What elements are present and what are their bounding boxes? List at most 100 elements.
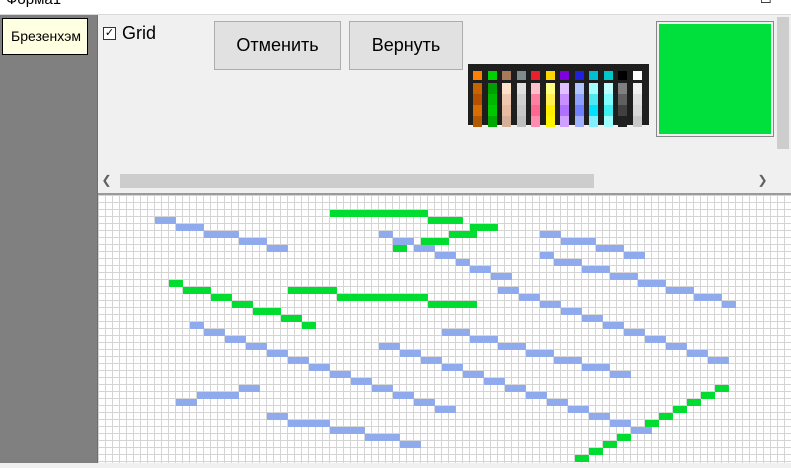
palette-swatch[interactable] — [632, 71, 642, 80]
palette-swatch[interactable] — [487, 116, 497, 127]
palette-swatch[interactable] — [545, 94, 555, 105]
palette-swatch[interactable] — [603, 105, 613, 116]
palette-swatch[interactable] — [603, 83, 613, 94]
canvas-grid[interactable] — [98, 195, 791, 463]
scroll-left-icon[interactable]: ❮ — [98, 172, 115, 189]
palette-swatch[interactable] — [487, 71, 497, 80]
vertical-scroll-thumb[interactable] — [777, 17, 789, 149]
palette-swatch[interactable] — [574, 83, 584, 94]
raster-segment — [603, 441, 617, 448]
palette-swatch[interactable] — [618, 116, 627, 127]
palette-swatch[interactable] — [502, 71, 511, 80]
raster-segment — [365, 210, 428, 217]
palette-swatch[interactable] — [473, 105, 482, 116]
palette-swatch[interactable] — [618, 94, 627, 105]
palette-swatch[interactable] — [473, 83, 482, 94]
palette-swatch[interactable] — [589, 105, 598, 116]
raster-segment — [365, 434, 400, 441]
raster-segment — [211, 294, 232, 301]
palette-swatch[interactable] — [531, 105, 540, 116]
palette-swatch[interactable] — [632, 105, 642, 116]
palette-column — [574, 71, 584, 127]
vertical-scrollbar[interactable] — [775, 15, 791, 165]
palette-swatch[interactable] — [618, 83, 627, 94]
palette-swatch[interactable] — [502, 83, 511, 94]
palette-swatch[interactable] — [473, 116, 482, 127]
palette-swatch[interactable] — [560, 71, 569, 80]
palette-swatch[interactable] — [632, 116, 642, 127]
raster-segment — [645, 336, 666, 343]
raster-segment — [498, 343, 526, 350]
palette-swatch[interactable] — [487, 83, 497, 94]
palette-swatch[interactable] — [589, 94, 598, 105]
palette-swatch[interactable] — [473, 71, 482, 80]
palette-column — [589, 71, 598, 127]
palette-swatch[interactable] — [589, 71, 598, 80]
palette-swatch[interactable] — [618, 105, 627, 116]
palette-swatch[interactable] — [531, 83, 540, 94]
raster-segment — [281, 315, 302, 322]
grid-checkbox[interactable]: ✓ Grid — [103, 23, 156, 44]
palette-swatch[interactable] — [603, 94, 613, 105]
raster-segment — [204, 231, 239, 238]
palette-swatch[interactable] — [545, 71, 555, 80]
palette-swatch[interactable] — [589, 116, 598, 127]
palette-swatch[interactable] — [516, 94, 526, 105]
undo-button[interactable]: Отменить — [214, 21, 341, 70]
palette-swatch[interactable] — [618, 71, 627, 80]
raster-segment — [708, 357, 729, 364]
palette-swatch[interactable] — [589, 83, 598, 94]
palette-swatch[interactable] — [516, 71, 526, 80]
palette-swatch[interactable] — [473, 94, 482, 105]
palette-swatch[interactable] — [560, 83, 569, 94]
minimize-icon[interactable]: – — [724, 0, 731, 6]
palette-swatch[interactable] — [574, 105, 584, 116]
palette-swatch[interactable] — [487, 94, 497, 105]
maximize-icon[interactable]: ☐ — [760, 0, 772, 7]
raster-segment — [701, 392, 715, 399]
palette-swatch[interactable] — [574, 71, 584, 80]
scroll-right-icon[interactable]: ❯ — [754, 172, 771, 189]
raster-segment — [302, 322, 316, 329]
palette-swatch[interactable] — [502, 94, 511, 105]
palette-swatch[interactable] — [487, 105, 497, 116]
raster-segment — [267, 413, 288, 420]
palette-swatch[interactable] — [560, 116, 569, 127]
palette-swatch[interactable] — [502, 105, 511, 116]
palette-swatch[interactable] — [516, 116, 526, 127]
palette-swatch[interactable] — [574, 116, 584, 127]
palette-swatch[interactable] — [531, 71, 540, 80]
raster-segment — [204, 329, 225, 336]
palette-swatch[interactable] — [632, 83, 642, 94]
raster-segment — [624, 252, 645, 259]
checkbox-checked-icon[interactable]: ✓ — [103, 27, 116, 40]
palette-swatch[interactable] — [531, 94, 540, 105]
palette-swatch[interactable] — [545, 116, 555, 127]
palette-swatch[interactable] — [560, 105, 569, 116]
palette-swatch[interactable] — [545, 83, 555, 94]
palette-column — [502, 71, 511, 127]
drawing-canvas[interactable] — [98, 195, 791, 463]
current-color-swatch — [659, 24, 771, 134]
palette-swatch[interactable] — [574, 94, 584, 105]
raster-segment — [428, 217, 463, 224]
horizontal-scroll-thumb[interactable] — [120, 174, 594, 188]
raster-segment — [722, 301, 736, 308]
raster-segment — [603, 322, 624, 329]
palette-swatch[interactable] — [531, 116, 540, 127]
palette-swatch[interactable] — [560, 94, 569, 105]
raster-segment — [239, 385, 260, 392]
palette-swatch[interactable] — [545, 105, 555, 116]
redo-button[interactable]: Вернуть — [349, 21, 463, 70]
horizontal-scrollbar[interactable]: ❮ ❯ — [98, 172, 775, 189]
palette-column — [618, 71, 627, 127]
algorithm-button[interactable]: Брезенхэм — [2, 18, 88, 55]
raster-segment — [239, 238, 267, 245]
palette-swatch[interactable] — [632, 94, 642, 105]
raster-segment — [589, 413, 610, 420]
palette-swatch[interactable] — [516, 83, 526, 94]
palette-swatch[interactable] — [516, 105, 526, 116]
palette-swatch[interactable] — [502, 116, 511, 127]
palette-swatch[interactable] — [603, 116, 613, 127]
palette-swatch[interactable] — [603, 71, 613, 80]
